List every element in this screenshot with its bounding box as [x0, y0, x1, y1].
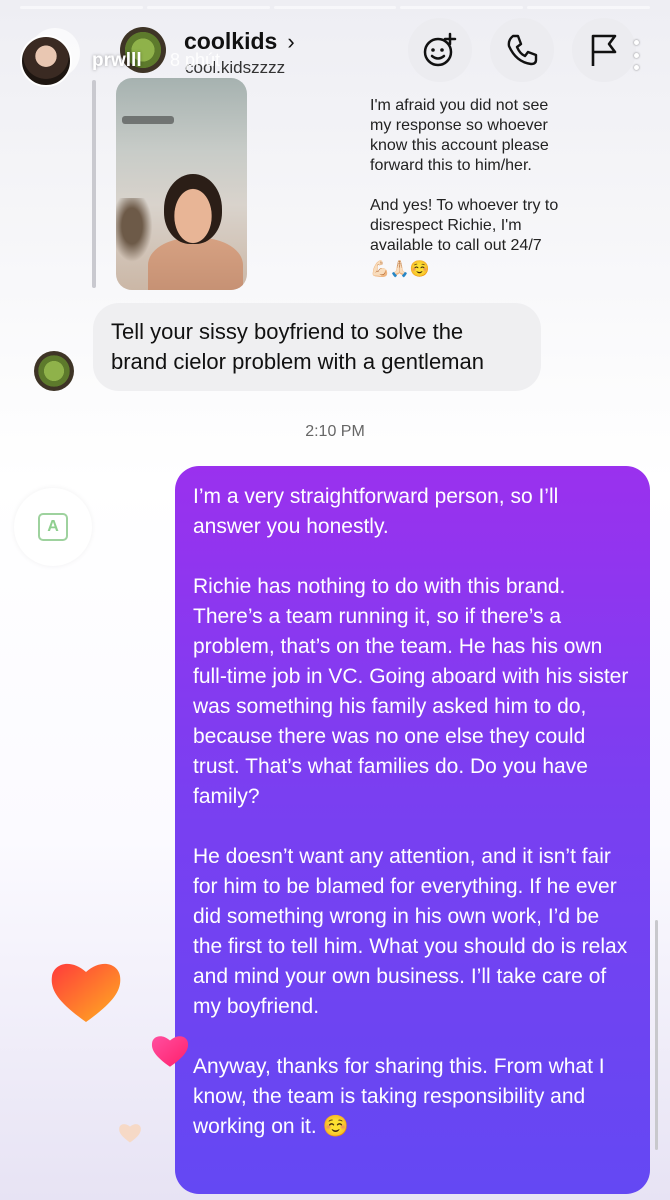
- heart-reaction-icon: [51, 963, 121, 1022]
- progress-segment: [146, 6, 270, 9]
- more-options-icon[interactable]: [634, 40, 640, 70]
- sent-message-bubble[interactable]: I’m a very straightforward person, so I’…: [175, 466, 650, 1194]
- shared-photo[interactable]: [116, 78, 247, 290]
- progress-segment: [20, 6, 143, 9]
- chevron-right-icon: ›: [287, 28, 295, 54]
- story-avatar[interactable]: [20, 35, 72, 87]
- report-flag-button[interactable]: [572, 18, 636, 82]
- progress-segment: [400, 6, 524, 9]
- sent-paragraph-1: I’m a very straightforward person, so I’…: [193, 485, 559, 538]
- phone-icon: [507, 34, 538, 66]
- sent-paragraph-4: Anyway, thanks for sharing this. From wh…: [193, 1055, 605, 1138]
- message-timestamp: 2:10 PM: [305, 423, 365, 440]
- photo-person-body: [148, 238, 243, 290]
- story-timestamp: 8 phút: [170, 50, 221, 70]
- sender-avatar[interactable]: [34, 351, 74, 391]
- sticker-face-icon: [423, 32, 457, 67]
- shared-message-emoji: 💪🏻🙏🏻☺️: [370, 261, 430, 278]
- progress-segment: [527, 6, 650, 9]
- progress-segment: [273, 6, 397, 9]
- photo-phone-ui: [122, 116, 174, 124]
- translate-icon: A: [38, 513, 68, 541]
- heart-reaction-icon: [119, 1124, 141, 1143]
- call-button[interactable]: [490, 18, 554, 82]
- sticker-face-button[interactable]: [408, 18, 472, 82]
- translate-button[interactable]: A: [14, 488, 92, 566]
- heart-reaction-icon: [151, 1036, 189, 1067]
- story-username[interactable]: prwlll: [92, 50, 142, 72]
- scrollbar[interactable]: [655, 920, 658, 1150]
- received-message-bubble[interactable]: Tell your sissy boyfriend to solve the b…: [93, 303, 541, 391]
- photo-person-face: [164, 174, 222, 244]
- story-progress-bar: [20, 6, 650, 9]
- sent-paragraph-2: Richie has nothing to do with this brand…: [193, 575, 629, 808]
- sent-paragraph-3: He doesn’t want any attention, and it is…: [193, 845, 628, 1018]
- reply-indicator-line: [92, 80, 96, 288]
- shared-message-text: I'm afraid you did not see my response s…: [370, 97, 559, 254]
- flag-icon: [591, 34, 617, 66]
